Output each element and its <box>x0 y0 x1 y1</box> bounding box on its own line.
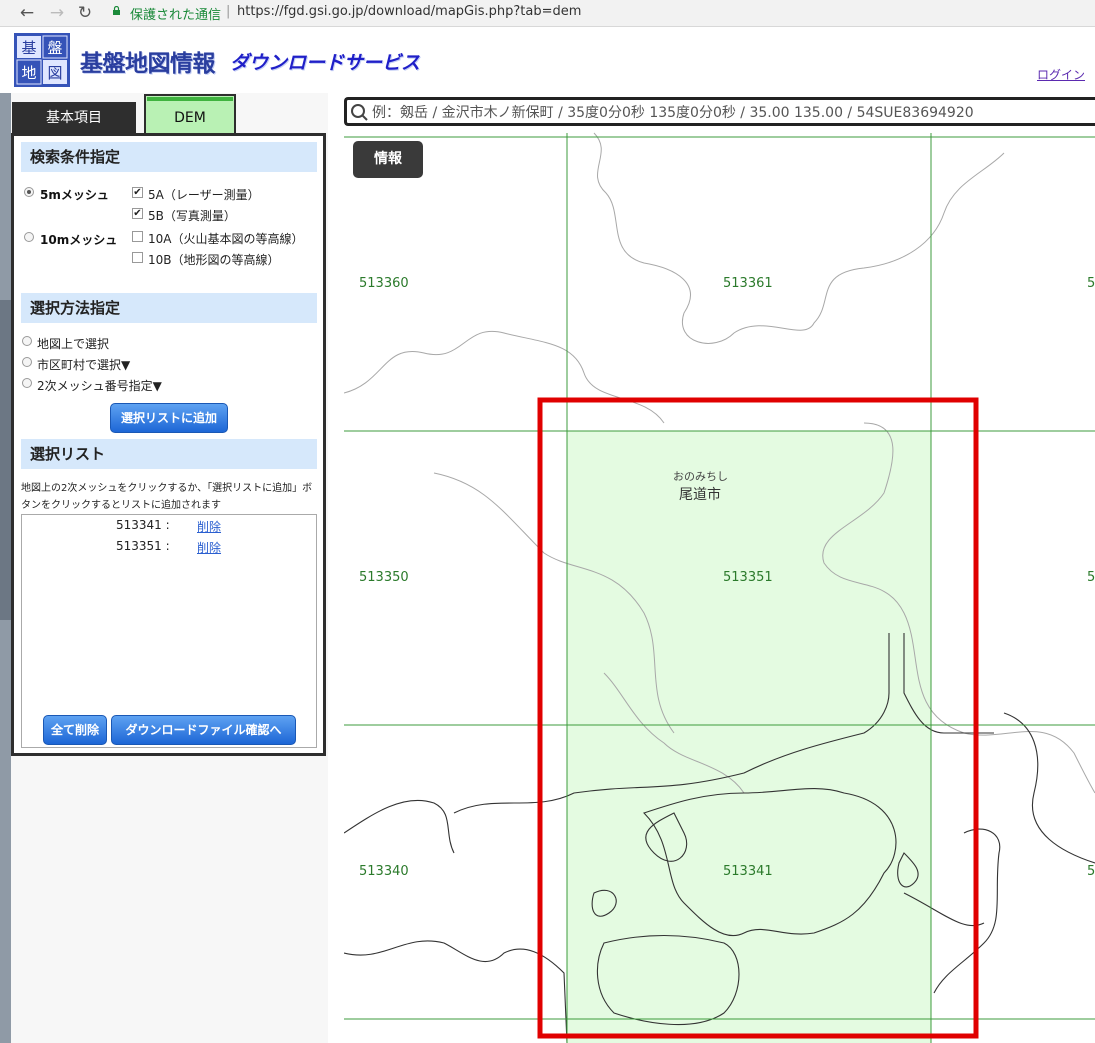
window-edge-dark <box>0 300 11 620</box>
radio-10m-mesh[interactable] <box>24 232 34 242</box>
selection-list-help: 地図上の2次メッシュをクリックするか、「選択リストに追加」ボタンをクリックすると… <box>21 483 313 511</box>
url-separator: | <box>226 4 231 19</box>
list-item-code: 513341 : <box>116 518 170 532</box>
radio-select-by-municipality[interactable] <box>22 357 32 367</box>
secure-connection-label: 保護された通信 <box>130 8 222 23</box>
search-icon[interactable] <box>350 103 368 121</box>
checkbox-5a-label: 5A（レーザー測量） <box>148 188 260 202</box>
site-title: 基盤地図情報 <box>80 51 216 77</box>
mesh-label: 5 <box>1087 864 1095 879</box>
radio-select-by-municipality-label[interactable]: 市区町村で選択▼ <box>37 356 130 373</box>
selection-method-heading: 選択方法指定 <box>21 293 317 323</box>
logo-char: 基 <box>21 39 36 57</box>
radio-5m-mesh-label: 5mメッシュ <box>40 188 109 202</box>
site-subtitle: ダウンロードサービス <box>230 52 421 74</box>
reload-icon[interactable]: ↻ <box>75 3 95 23</box>
map-view[interactable] <box>344 93 1095 1043</box>
address-bar[interactable]: https://fgd.gsi.go.jp/download/mapGis.ph… <box>237 4 581 19</box>
list-item-code: 513351 : <box>116 539 170 553</box>
mesh-label: 513341 <box>723 864 773 879</box>
checkbox-10b-label: 10B（地形図の等高線） <box>148 253 280 267</box>
logo-char: 地 <box>21 64 36 82</box>
checkbox-5b[interactable]: ✔ <box>132 208 143 219</box>
mesh-label: 5 <box>1087 570 1095 585</box>
site-logo: 基 盤 地 図 <box>14 33 70 87</box>
search-conditions-heading: 検索条件指定 <box>21 142 317 172</box>
radio-5m-mesh[interactable] <box>24 187 34 197</box>
radio-select-on-map-label: 地図上で選択 <box>37 337 110 351</box>
mesh-label: 513350 <box>359 570 409 585</box>
checkbox-5a[interactable]: ✔ <box>132 187 143 198</box>
radio-select-by-mesh-number-label[interactable]: 2次メッシュ番号指定▼ <box>37 377 162 394</box>
mesh-label: 513351 <box>723 570 773 585</box>
lock-icon <box>113 6 120 15</box>
login-link[interactable]: ログイン <box>1037 66 1085 83</box>
mesh-label: 513340 <box>359 864 409 879</box>
radio-10m-mesh-label: 10mメッシュ <box>40 233 118 247</box>
back-icon[interactable]: ← <box>17 3 37 23</box>
info-button[interactable]: 情報 <box>353 141 423 178</box>
forward-icon[interactable]: → <box>47 3 67 23</box>
mesh-label: 5 <box>1087 276 1095 291</box>
checkbox-5b-label: 5B（写真測量） <box>148 209 236 223</box>
selected-mesh-fill <box>567 431 931 1043</box>
map-search-placeholder: 例：剱岳 / 金沢市木ノ新保町 / 35度0分0秒 135度0分0秒 / 35.… <box>372 105 974 121</box>
logo-char: 図 <box>47 64 62 82</box>
checkbox-10a-label: 10A（火山基本図の等高線） <box>148 232 304 246</box>
mesh-label: 513360 <box>359 276 409 291</box>
place-name-kana: おのみちし <box>673 470 728 483</box>
confirm-download-files-button[interactable]: ダウンロードファイル確認へ <box>111 715 296 745</box>
selection-list-heading: 選択リスト <box>21 439 317 469</box>
tab-basic-items[interactable]: 基本項目 <box>12 102 136 134</box>
checkbox-10a[interactable] <box>132 231 143 242</box>
checkbox-10b[interactable] <box>132 252 143 263</box>
delete-all-button[interactable]: 全て削除 <box>43 715 107 745</box>
tab-dem-indicator <box>147 97 233 101</box>
add-to-selection-list-button[interactable]: 選択リストに追加 <box>110 403 228 433</box>
list-item-delete-link[interactable]: 削除 <box>197 539 221 556</box>
map-canvas[interactable] <box>344 93 1095 1043</box>
radio-select-on-map[interactable] <box>22 336 32 346</box>
place-name: 尾道市 <box>679 487 721 503</box>
logo-char: 盤 <box>47 39 62 57</box>
radio-select-by-mesh-number[interactable] <box>22 378 32 388</box>
list-item-delete-link[interactable]: 削除 <box>197 518 221 535</box>
mesh-label: 513361 <box>723 276 773 291</box>
